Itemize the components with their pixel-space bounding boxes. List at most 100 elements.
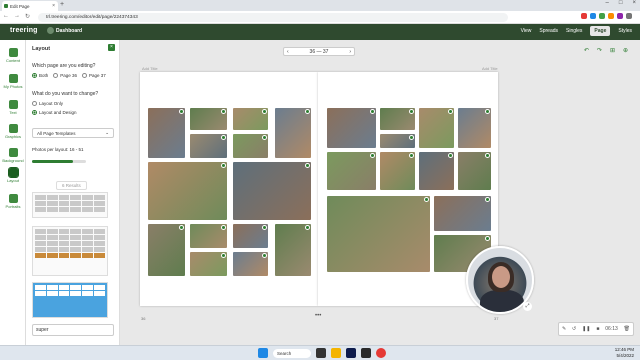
windows-taskbar: Search 12:46 PM 5/4/2022 (0, 345, 640, 360)
chrome-icon[interactable] (376, 348, 386, 358)
layout-photo[interactable] (380, 152, 415, 190)
layout-photo[interactable] (327, 152, 376, 190)
reload-icon[interactable]: ↻ (25, 13, 30, 20)
rail-item-text[interactable]: Text (0, 100, 26, 115)
header-nav-singles[interactable]: Singles (566, 28, 582, 34)
layout-photo[interactable] (233, 252, 268, 276)
undo-icon[interactable]: ↶ (584, 47, 589, 54)
extension-icon[interactable] (581, 13, 587, 19)
pause-icon[interactable]: ❚❚ (582, 326, 590, 332)
page-option-both[interactable]: Both (32, 73, 48, 78)
text-icon (8, 100, 18, 109)
page-question: Which page are you editing? (32, 63, 96, 69)
minimize-icon[interactable]: – (606, 0, 609, 6)
change-option-layout-and-design[interactable]: Layout and Design (32, 110, 77, 115)
layout-photo[interactable] (233, 162, 311, 220)
template-search-input[interactable]: super (32, 324, 114, 336)
layout-photo[interactable] (458, 152, 491, 190)
option-label: Layout and Design (39, 110, 77, 115)
rail-item-layout[interactable]: Layout (0, 167, 26, 183)
layout-photo[interactable] (327, 108, 376, 148)
layout-photo[interactable] (380, 108, 415, 130)
template-select[interactable]: All Page Templates ⌄ (32, 128, 114, 138)
rail-item-graphics[interactable]: Graphics (0, 124, 26, 139)
add-title-right[interactable]: Add Title (482, 66, 498, 71)
header-nav-page[interactable]: Page (590, 26, 611, 36)
redo-icon[interactable]: ↷ (597, 47, 602, 54)
dashboard-label: Dashboard (56, 27, 83, 34)
more-options-icon[interactable]: ••• (315, 313, 321, 319)
radio-icon (32, 110, 37, 115)
extension-icon[interactable] (617, 13, 623, 19)
page-option-page-36[interactable]: Page 36 (53, 73, 77, 78)
browser-urlbar: ← → ↻ trl.treering.com/editor/edit/page/… (0, 11, 640, 24)
layout-photo[interactable] (380, 134, 415, 148)
treering-logo[interactable]: treering (10, 27, 38, 34)
back-icon[interactable]: ← (3, 13, 9, 20)
header-nav-view[interactable]: View (521, 28, 532, 34)
close-window-icon[interactable]: × (632, 0, 636, 6)
rail-item-portraits[interactable]: Portraits (0, 194, 26, 209)
rail-item-background[interactable]: Background (0, 148, 26, 163)
photoshop-icon[interactable] (346, 348, 356, 358)
left-page[interactable] (140, 72, 318, 306)
layout-photo[interactable] (233, 108, 268, 130)
layout-photo[interactable] (190, 134, 227, 158)
page-option-page-37[interactable]: Page 37 (82, 73, 106, 78)
close-panel-icon[interactable]: × (108, 44, 115, 51)
pen-icon[interactable]: ✎ (562, 326, 566, 332)
layout-photo[interactable] (148, 108, 185, 158)
stop-icon[interactable]: ■ (596, 326, 599, 332)
maximize-icon[interactable]: □ (619, 0, 623, 6)
layout-photo[interactable] (327, 196, 430, 272)
layout-photo[interactable] (275, 224, 311, 276)
layout-photo[interactable] (233, 224, 268, 248)
layout-photo[interactable] (434, 196, 491, 231)
extension-icon[interactable] (626, 13, 632, 19)
change-option-layout-only[interactable]: Layout Only (32, 101, 77, 106)
file-explorer-icon[interactable] (331, 348, 341, 358)
layout-template-card[interactable] (32, 282, 108, 318)
grid-icon[interactable]: ⊞ (610, 47, 615, 54)
layout-photo[interactable] (148, 162, 227, 220)
extension-icon[interactable] (599, 13, 605, 19)
new-tab-icon[interactable]: + (60, 1, 64, 8)
layout-photo[interactable] (419, 152, 454, 190)
trash-icon[interactable]: 🗑 (624, 326, 630, 332)
header-nav-spreads[interactable]: Spreads (539, 28, 558, 34)
address-bar[interactable]: trl.treering.com/editor/edit/page/224374… (38, 13, 508, 22)
close-tab-icon[interactable]: × (52, 3, 55, 9)
rail-item-my-photos[interactable]: My Photos (0, 74, 26, 89)
header-nav: View Spreads Singles Page Styles (521, 26, 632, 36)
layout-photo[interactable] (148, 224, 185, 276)
layout-template-card[interactable] (32, 192, 108, 218)
browser-tab[interactable]: Edit Page × (2, 1, 58, 11)
rail-item-content[interactable]: Content (0, 48, 26, 63)
tab-title: Edit Page (10, 3, 30, 9)
forward-icon[interactable]: → (14, 13, 20, 20)
layout-template-card[interactable] (32, 226, 108, 276)
windows-start-icon[interactable] (258, 348, 268, 358)
header-nav-styles[interactable]: Styles (618, 28, 632, 34)
next-page-icon[interactable]: › (349, 49, 351, 55)
taskbar-search[interactable]: Search (273, 348, 311, 358)
extension-icon[interactable] (590, 13, 596, 19)
dashboard-link[interactable]: Dashboard (47, 27, 82, 34)
prev-page-icon[interactable]: ‹ (287, 49, 289, 55)
restart-icon[interactable]: ↺ (572, 326, 576, 332)
rail-item-label: Graphics (4, 134, 21, 139)
task-view-icon[interactable] (316, 348, 326, 358)
layout-photo[interactable] (458, 108, 491, 148)
expand-icon[interactable]: ⤢ (523, 302, 532, 311)
app-icon[interactable] (361, 348, 371, 358)
layout-photo[interactable] (419, 108, 454, 148)
layout-photo[interactable] (190, 108, 227, 130)
layout-photo[interactable] (275, 108, 311, 158)
layout-photo[interactable] (190, 252, 227, 276)
add-title-left[interactable]: Add Title (142, 66, 158, 71)
extension-icon[interactable] (608, 13, 614, 19)
layout-photo[interactable] (190, 224, 227, 248)
photos-slider[interactable] (32, 160, 86, 163)
layout-photo[interactable] (233, 134, 268, 158)
zoom-icon[interactable]: ⊕ (623, 47, 628, 54)
